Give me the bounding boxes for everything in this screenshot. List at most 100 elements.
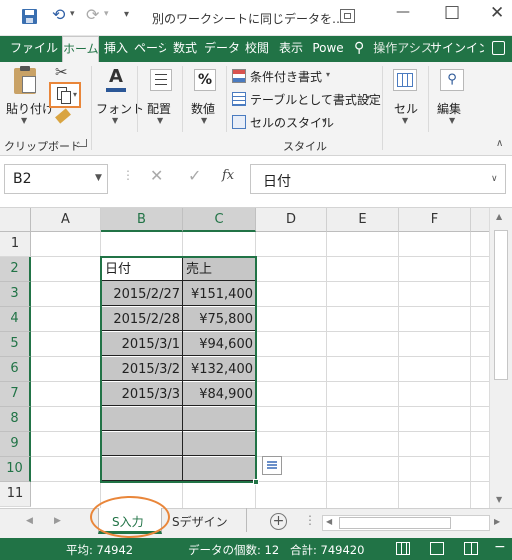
ribbon-display-icon[interactable]	[340, 9, 355, 23]
horizontal-scrollbar[interactable]: ◀	[322, 515, 490, 531]
row-header[interactable]: 9	[0, 432, 31, 457]
sign-in-link[interactable]: サインイン	[430, 36, 484, 62]
chevron-down-icon[interactable]: ∨	[491, 174, 498, 184]
redo-icon[interactable]: ⟳	[86, 5, 99, 24]
row-header[interactable]: 2	[0, 257, 31, 282]
cell-B2[interactable]: 日付	[105, 260, 181, 280]
page-layout-view-icon[interactable]	[430, 542, 444, 555]
scroll-right-icon[interactable]: ▶	[494, 517, 500, 526]
row-header[interactable]: 4	[0, 307, 31, 332]
conditional-format-icon	[232, 69, 246, 83]
cell-C5[interactable]: ¥94,600	[183, 335, 253, 355]
scroll-thumb[interactable]	[494, 230, 508, 380]
undo-dropdown-icon[interactable]: ▾	[70, 9, 75, 19]
row-header[interactable]: 8	[0, 407, 31, 432]
cell-B3[interactable]: 2015/2/27	[102, 285, 180, 305]
collapse-ribbon-icon[interactable]: ∧	[496, 138, 503, 149]
undo-icon[interactable]: ⟲	[52, 5, 65, 24]
scissors-icon[interactable]: ✂	[55, 63, 68, 81]
select-all-corner[interactable]	[0, 208, 31, 232]
tab-formulas[interactable]: 数式	[170, 36, 200, 62]
scroll-up-icon[interactable]: ▲	[496, 212, 502, 221]
tab-data[interactable]: データ	[204, 36, 240, 62]
page-break-view-icon[interactable]	[464, 542, 478, 555]
share-icon[interactable]	[492, 41, 505, 55]
cell-B4[interactable]: 2015/2/28	[102, 310, 180, 330]
quick-analysis-icon[interactable]	[262, 456, 282, 475]
editing-label: 編集	[437, 102, 462, 116]
cell-C4[interactable]: ¥75,800	[183, 310, 253, 330]
next-sheet-icon[interactable]: ▶	[54, 516, 61, 526]
vertical-scrollbar[interactable]: ▲ ▼	[489, 208, 512, 508]
normal-view-icon[interactable]	[396, 542, 410, 555]
enter-icon[interactable]: ✓	[188, 166, 201, 185]
row-header[interactable]: 6	[0, 357, 31, 382]
row-header[interactable]: 10	[0, 457, 31, 482]
tab-review[interactable]: 校閲	[242, 36, 272, 62]
font-button[interactable]: A フォント ▼	[95, 66, 144, 128]
worksheet-grid[interactable]: A B C D E F 1 2 3 4 5 6 7 8 9 10 11 日付 売…	[0, 208, 512, 508]
copy-button[interactable]: ▾	[49, 82, 81, 108]
column-header[interactable]: D	[256, 208, 327, 232]
customize-qat-icon[interactable]: ▾	[124, 9, 129, 20]
alignment-label: 配置	[147, 102, 172, 116]
zoom-out-icon[interactable]: −	[494, 539, 506, 555]
save-icon[interactable]	[22, 9, 37, 24]
editing-button[interactable]: ⚲ 編集 ▼	[432, 66, 472, 128]
sheet-tab-bar: ◀ ▶ S入力 Sデザイン + ⋮ ◀ ▶	[0, 496, 512, 538]
scroll-left-icon[interactable]: ◀	[326, 517, 332, 526]
align-icon	[150, 69, 172, 91]
tab-insert[interactable]: 挿入	[101, 36, 131, 62]
cell-C2[interactable]: 売上	[186, 260, 254, 280]
column-header[interactable]: F	[399, 208, 471, 232]
cell-C6[interactable]: ¥132,400	[183, 360, 253, 380]
add-sheet-button[interactable]: +	[270, 513, 287, 530]
cell-C3[interactable]: ¥151,400	[183, 285, 253, 305]
scroll-thumb[interactable]	[339, 517, 451, 529]
cell-B5[interactable]: 2015/3/1	[102, 335, 180, 355]
cells-button[interactable]: セル ▼	[385, 66, 425, 128]
tell-me-box[interactable]: 操作アシス	[370, 36, 436, 62]
row-header[interactable]: 1	[0, 232, 31, 257]
fill-handle[interactable]	[253, 479, 259, 485]
maximize-button[interactable]: □	[444, 2, 460, 22]
column-header[interactable]: E	[327, 208, 399, 232]
dialog-launcher-icon[interactable]	[79, 139, 87, 147]
number-button[interactable]: % 数値 ▼	[184, 66, 224, 128]
insert-function-icon[interactable]: fx	[222, 168, 234, 183]
cell-C7[interactable]: ¥84,900	[183, 385, 253, 405]
prev-sheet-icon[interactable]: ◀	[26, 516, 33, 526]
chevron-down-icon: ▼	[402, 116, 409, 125]
row-header[interactable]: 3	[0, 282, 31, 307]
splitter-icon[interactable]: ⋮	[304, 513, 316, 527]
chevron-down-icon[interactable]: ▼	[95, 173, 102, 183]
format-as-table-label: テーブルとして書式設定	[250, 93, 381, 107]
cell-styles-icon	[232, 115, 246, 129]
format-painter-icon[interactable]	[55, 108, 71, 124]
row-header[interactable]: 5	[0, 332, 31, 357]
tab-page-layout[interactable]: ページ	[134, 36, 166, 62]
name-box[interactable]: B2 ▼	[4, 164, 108, 194]
sheet-tab[interactable]: Sデザイン	[163, 508, 247, 532]
row-header[interactable]: 7	[0, 382, 31, 407]
tab-file[interactable]: ファイル	[8, 36, 60, 62]
paste-button[interactable]: 貼り付け ▼	[4, 66, 54, 128]
column-header[interactable]: B	[101, 208, 183, 232]
cell-B6[interactable]: 2015/3/2	[102, 360, 180, 380]
column-header[interactable]: C	[183, 208, 256, 232]
scroll-down-icon[interactable]: ▼	[496, 495, 502, 504]
formula-input[interactable]: 日付 ∨	[250, 164, 506, 194]
row-header[interactable]: 11	[0, 482, 31, 507]
column-header[interactable]: A	[31, 208, 101, 232]
minimize-button[interactable]: —	[396, 4, 410, 20]
redo-dropdown-icon[interactable]: ▾	[104, 9, 109, 19]
close-icon[interactable]: ✕	[490, 3, 504, 23]
tab-power[interactable]: Powe	[310, 36, 346, 62]
formula-bar-menu-icon: ⋮	[122, 168, 134, 182]
alignment-button[interactable]: 配置 ▼	[140, 66, 180, 128]
cancel-icon[interactable]: ✕	[150, 166, 163, 185]
tab-home[interactable]: ホーム	[62, 36, 99, 63]
title-bar: ⟲ ▾ ⟳ ▾ ▾ 別のワークシートに同じデータを… — □ ✕	[0, 0, 512, 36]
tab-view[interactable]: 表示	[276, 36, 306, 62]
cell-B7[interactable]: 2015/3/3	[102, 385, 180, 405]
